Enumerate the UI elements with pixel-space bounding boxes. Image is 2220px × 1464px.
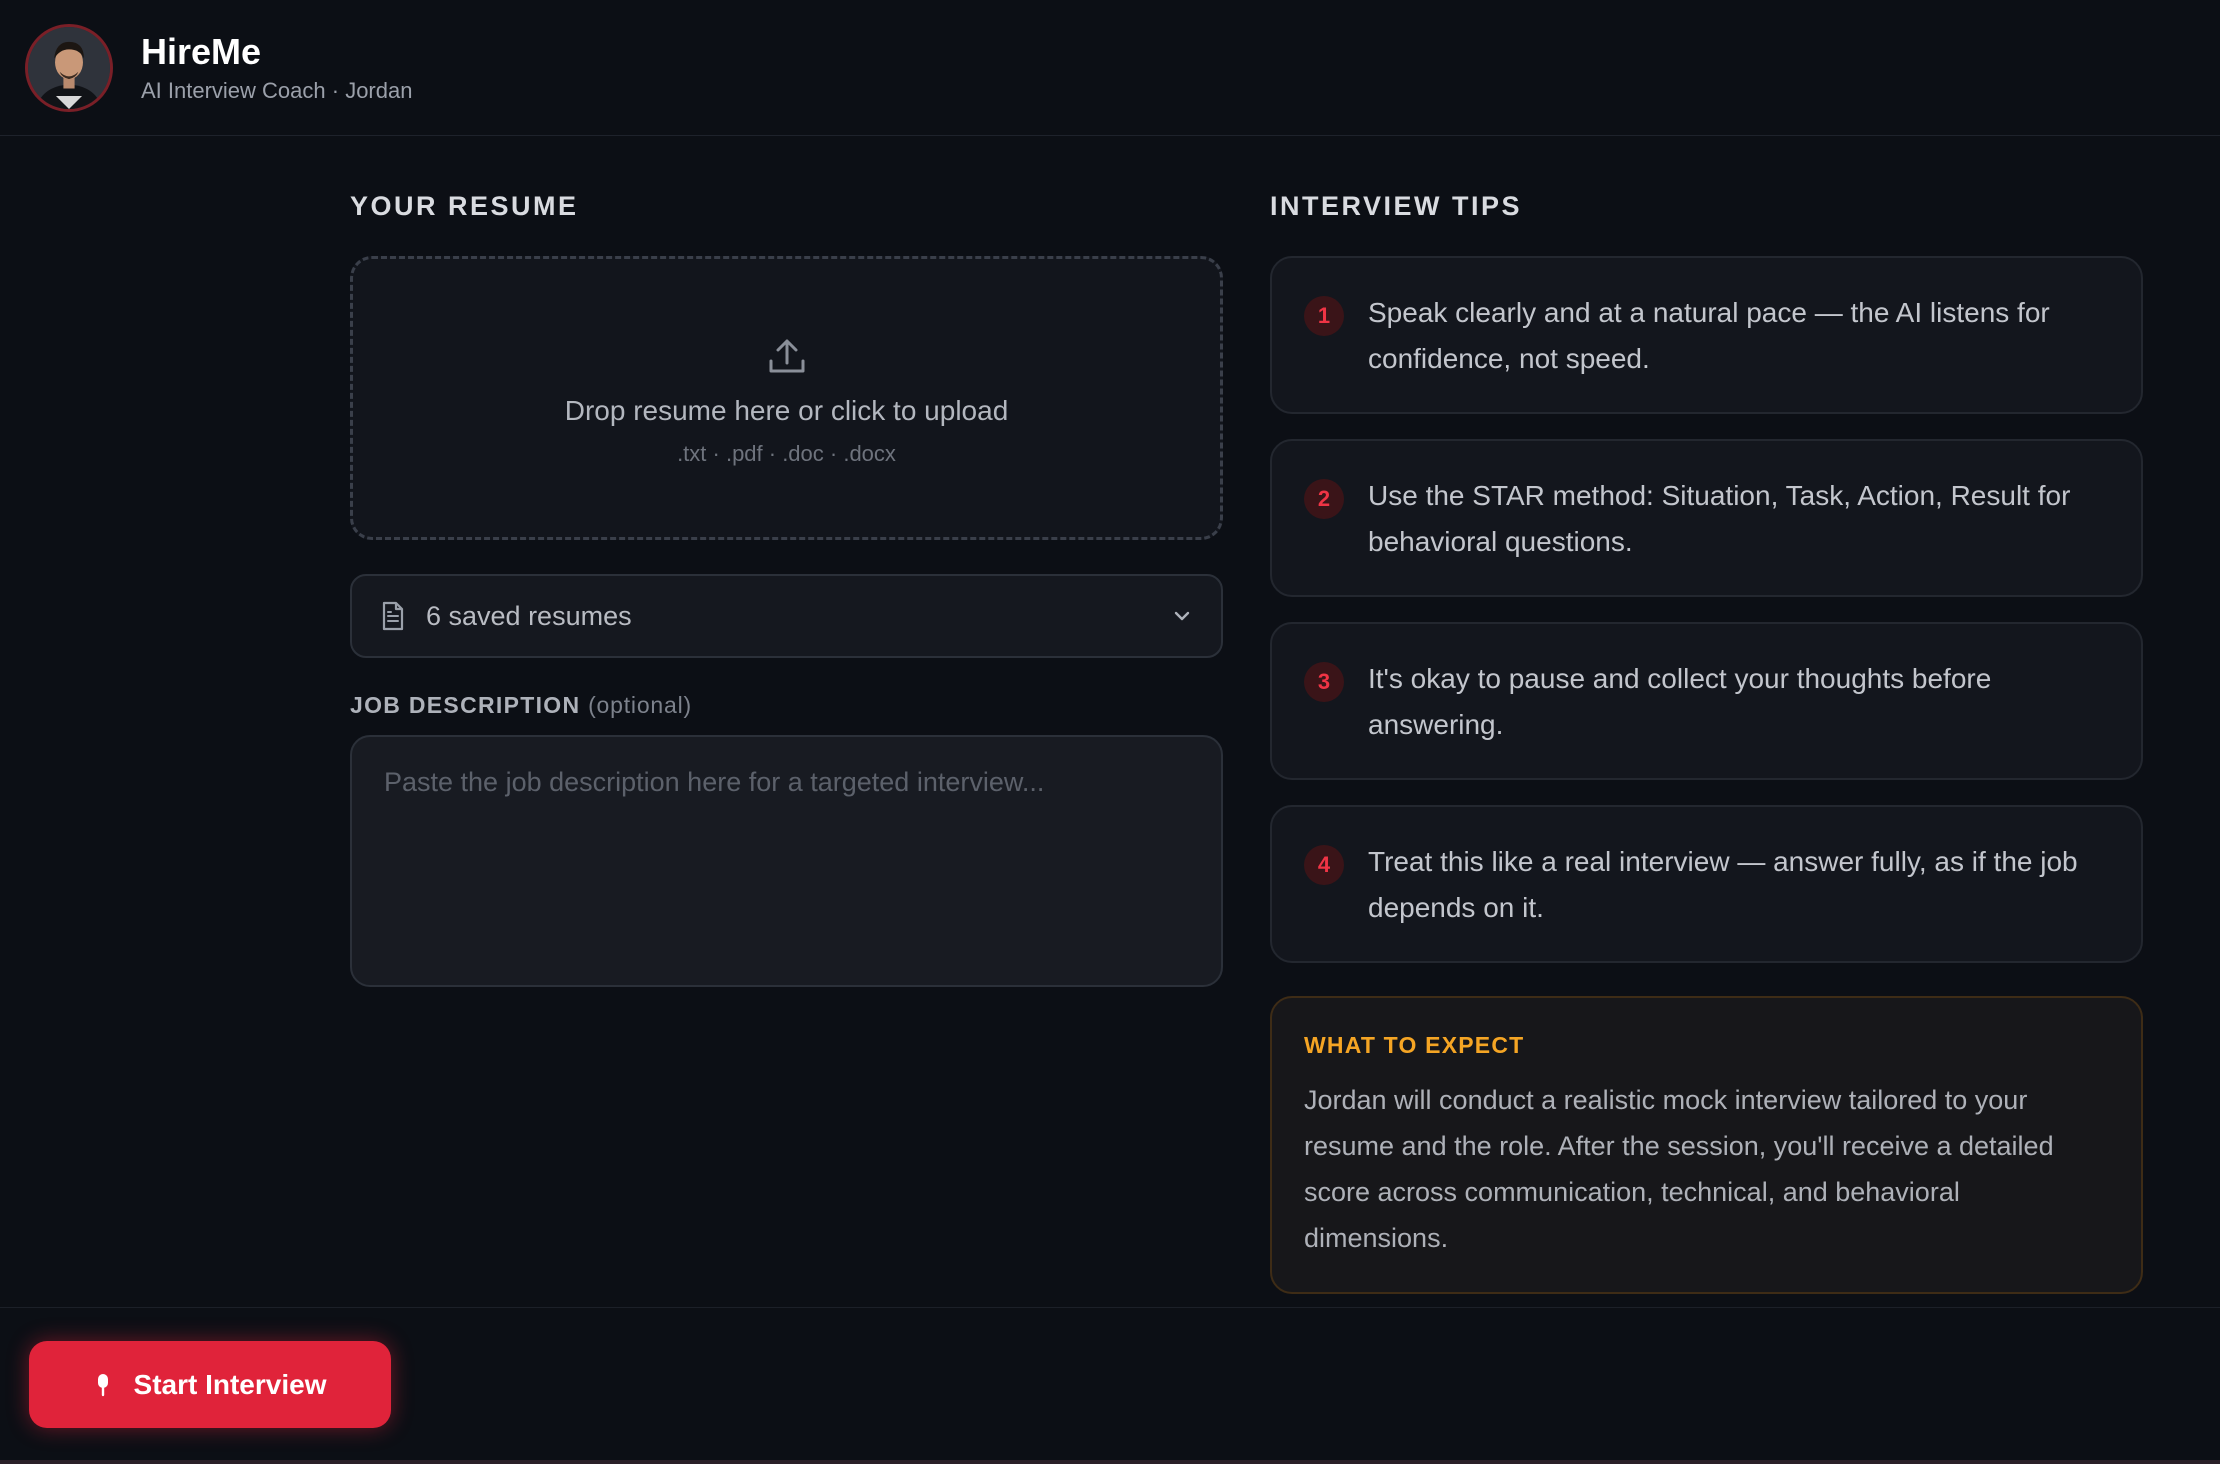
tip-card: 4 Treat this like a real interview — ans… bbox=[1270, 805, 2143, 963]
tips-column: INTERVIEW TIPS 1 Speak clearly and at a … bbox=[1270, 186, 2143, 1294]
resume-dropzone[interactable]: Drop resume here or click to upload .txt… bbox=[350, 256, 1223, 540]
job-description-input[interactable] bbox=[350, 735, 1223, 987]
what-to-expect-text: Jordan will conduct a realistic mock int… bbox=[1304, 1085, 2054, 1253]
tip-text: Speak clearly and at a natural pace — th… bbox=[1368, 297, 2050, 374]
microphone-icon bbox=[97, 1373, 108, 1396]
tip-number: 2 bbox=[1304, 479, 1344, 519]
document-icon bbox=[382, 601, 404, 631]
tip-text: Treat this like a real interview — answe… bbox=[1368, 846, 2078, 923]
what-to-expect-card: WHAT TO EXPECT Jordan will conduct a rea… bbox=[1270, 996, 2143, 1294]
tip-text: It's okay to pause and collect your thou… bbox=[1368, 663, 1992, 740]
bottom-strip bbox=[0, 1460, 2220, 1464]
chevron-down-icon bbox=[1174, 611, 1190, 621]
start-interview-label: Start Interview bbox=[133, 1368, 327, 1400]
avatar-image bbox=[28, 26, 110, 109]
tip-card: 1 Speak clearly and at a natural pace — … bbox=[1270, 256, 2143, 414]
tip-number: 3 bbox=[1304, 662, 1344, 702]
tip-card: 2 Use the STAR method: Situation, Task, … bbox=[1270, 439, 2143, 597]
app-subtitle: AI Interview Coach · Jordan bbox=[141, 77, 413, 103]
what-to-expect-title: WHAT TO EXPECT bbox=[1304, 1032, 1525, 1058]
saved-resumes-label: 6 saved resumes bbox=[426, 600, 632, 631]
resume-section-title: YOUR RESUME bbox=[350, 191, 579, 221]
tip-text: Use the STAR method: Situation, Task, Ac… bbox=[1368, 480, 2071, 557]
resume-column: YOUR RESUME Drop resume here or click to… bbox=[350, 186, 1223, 992]
start-interview-button[interactable]: Start Interview bbox=[29, 1341, 391, 1428]
job-description-label: JOB DESCRIPTION (optional) bbox=[350, 692, 1223, 719]
app-title: HireMe bbox=[141, 30, 262, 72]
tip-number: 4 bbox=[1304, 845, 1344, 885]
job-description-title: JOB DESCRIPTION bbox=[350, 692, 581, 718]
tips-section-title: INTERVIEW TIPS bbox=[1270, 191, 1523, 221]
app-header: HireMe AI Interview Coach · Jordan bbox=[0, 0, 2220, 136]
footer-divider bbox=[0, 1307, 2220, 1308]
avatar bbox=[25, 23, 113, 112]
optional-hint: (optional) bbox=[588, 692, 692, 718]
dropzone-formats: .txt · .pdf · .doc · .docx bbox=[677, 441, 896, 466]
saved-resumes-select[interactable]: 6 saved resumes bbox=[350, 574, 1223, 658]
tip-number: 1 bbox=[1304, 296, 1344, 336]
upload-icon bbox=[769, 339, 804, 373]
tip-card: 3 It's okay to pause and collect your th… bbox=[1270, 622, 2143, 780]
dropzone-label: Drop resume here or click to upload bbox=[564, 395, 1009, 426]
